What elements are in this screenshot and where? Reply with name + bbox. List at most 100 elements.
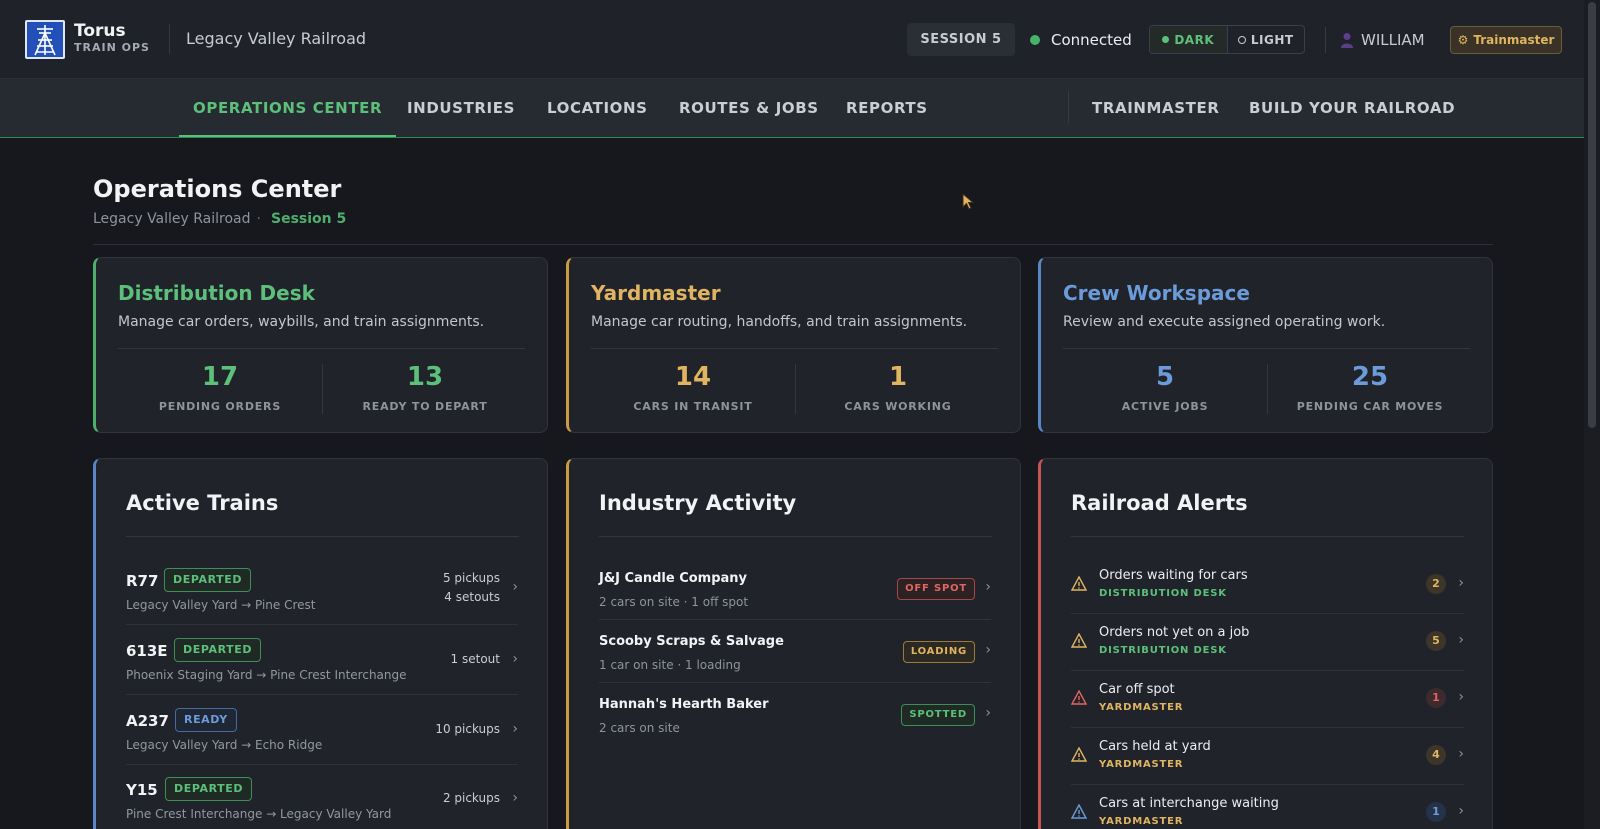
card-title: Yardmaster — [591, 281, 721, 305]
alert-row[interactable]: Orders not yet on a job DISTRIBUTION DES… — [1071, 614, 1464, 671]
industry-detail: 2 cars on site — [599, 721, 680, 735]
alert-department: YARDMASTER — [1099, 816, 1184, 827]
nav-trainmaster[interactable]: TRAINMASTER — [1092, 79, 1220, 137]
railroad-name: Legacy Valley Railroad — [186, 29, 367, 48]
train-id: A237 — [126, 712, 169, 730]
gear-icon: ⚙ — [1457, 33, 1469, 47]
top-header: Torus TRAIN OPS Legacy Valley Railroad S… — [0, 0, 1584, 79]
main-nav: OPERATIONS CENTER INDUSTRIES LOCATIONS R… — [0, 79, 1584, 138]
train-moves: 5 pickups 4 setouts — [443, 569, 500, 607]
user-menu[interactable]: WILLIAM — [1341, 31, 1425, 49]
panel-title: Active Trains — [126, 491, 279, 515]
train-row[interactable]: 613E DEPARTED Phoenix Staging Yard → Pin… — [126, 626, 518, 695]
alert-row[interactable]: Cars held at yard YARDMASTER 4 › — [1071, 728, 1464, 785]
page-scrollbar[interactable] — [1584, 0, 1600, 829]
nav-industries[interactable]: INDUSTRIES — [407, 79, 515, 137]
stat-label: CARS WORKING — [844, 400, 952, 413]
theme-dark-option[interactable]: DARK — [1150, 26, 1228, 53]
warning-icon — [1071, 576, 1087, 591]
crew-workspace-card[interactable]: Crew Workspace Review and execute assign… — [1038, 257, 1493, 433]
stat-label: PENDING ORDERS — [158, 400, 282, 413]
theme-light-option[interactable]: LIGHT — [1228, 26, 1305, 53]
role-badge[interactable]: ⚙ Trainmaster — [1450, 26, 1562, 54]
scrollbar-thumb[interactable] — [1588, 2, 1596, 428]
active-trains-panel: Active Trains R77 DEPARTED Legacy Valley… — [93, 458, 548, 829]
alert-text: Cars held at yard — [1099, 739, 1211, 754]
heading-divider — [93, 244, 1493, 245]
header-divider — [169, 24, 170, 54]
train-id: R77 — [126, 572, 159, 590]
move-count: 1 setout — [450, 652, 500, 666]
chevron-right-icon: › — [985, 642, 991, 658]
status-badge: DEPARTED — [164, 568, 252, 592]
stat-label: CARS IN TRANSIT — [633, 400, 753, 413]
alert-department: DISTRIBUTION DESK — [1099, 645, 1227, 656]
status-badge: LOADING — [902, 641, 975, 663]
page-subtitle: Legacy Valley Railroad · Session 5 — [93, 211, 346, 227]
mouse-cursor-icon — [962, 193, 974, 210]
nav-routes-jobs[interactable]: ROUTES & JOBS — [679, 79, 819, 137]
page-railroad: Legacy Valley Railroad — [93, 211, 251, 227]
theme-toggle[interactable]: DARK LIGHT — [1149, 25, 1305, 54]
theme-light-label: LIGHT — [1250, 32, 1294, 47]
session-pill[interactable]: SESSION 5 — [907, 23, 1015, 56]
chevron-right-icon: › — [512, 579, 518, 595]
nav-locations[interactable]: LOCATIONS — [547, 79, 648, 137]
stat-value: 17 — [201, 362, 239, 392]
distribution-desk-card[interactable]: Distribution Desk Manage car orders, way… — [93, 257, 548, 433]
chevron-right-icon: › — [1458, 632, 1464, 648]
stat-cars-working: 1 CARS WORKING — [796, 362, 1000, 413]
alert-row[interactable]: Orders waiting for cars DISTRIBUTION DES… — [1071, 557, 1464, 614]
alert-count: 5 — [1426, 631, 1446, 651]
nav-operations-center[interactable]: OPERATIONS CENTER — [179, 79, 397, 137]
stat-label: READY TO DEPART — [362, 400, 488, 413]
stat-pending-car-moves: 25 PENDING CAR MOVES — [1268, 362, 1472, 413]
alert-count: 1 — [1426, 688, 1446, 708]
alert-text: Orders waiting for cars — [1099, 568, 1248, 583]
industry-row[interactable]: Scooby Scraps & Salvage 1 car on site · … — [599, 620, 991, 683]
theme-dark-label: DARK — [1174, 32, 1215, 47]
stat-value: 13 — [406, 362, 444, 392]
alert-count: 1 — [1426, 802, 1446, 822]
alert-department: DISTRIBUTION DESK — [1099, 588, 1227, 599]
train-row[interactable]: R77 DEPARTED Legacy Valley Yard → Pine C… — [126, 556, 518, 625]
train-moves: 10 pickups — [435, 720, 500, 739]
panel-divider — [599, 536, 992, 537]
card-divider — [591, 348, 998, 349]
alert-text: Orders not yet on a job — [1099, 625, 1250, 640]
industry-row[interactable]: Hannah's Hearth Baker 2 cars on site SPO… — [599, 683, 991, 746]
card-description: Review and execute assigned operating wo… — [1063, 314, 1386, 330]
status-badge: READY — [175, 708, 237, 732]
train-row[interactable]: Y15 DEPARTED Pine Crest Interchange → Le… — [126, 765, 518, 829]
status-badge: SPOTTED — [901, 704, 975, 726]
train-row[interactable]: A237 READY Legacy Valley Yard → Echo Rid… — [126, 696, 518, 765]
card-divider — [1063, 348, 1470, 349]
industry-row[interactable]: J&J Candle Company 2 cars on site · 1 of… — [599, 557, 991, 620]
alert-row[interactable]: Car off spot YARDMASTER 1 › — [1071, 671, 1464, 728]
user-name: WILLIAM — [1361, 31, 1425, 49]
alert-row[interactable]: Cars at interchange waiting YARDMASTER 1… — [1071, 785, 1464, 829]
nav-build-your-railroad[interactable]: BUILD YOUR RAILROAD — [1249, 79, 1455, 137]
light-dot-icon — [1237, 35, 1246, 44]
header-divider — [1325, 27, 1326, 53]
yardmaster-card[interactable]: Yardmaster Manage car routing, handoffs,… — [566, 257, 1021, 433]
page-session: Session 5 — [270, 211, 347, 227]
warning-icon — [1071, 633, 1087, 648]
nav-reports[interactable]: REPORTS — [846, 79, 928, 137]
railroad-alerts-panel: Railroad Alerts Orders waiting for cars … — [1038, 458, 1493, 829]
stat-label: ACTIVE JOBS — [1121, 400, 1209, 413]
card-title: Distribution Desk — [118, 281, 315, 305]
stat-active-jobs: 5 ACTIVE JOBS — [1063, 362, 1267, 413]
dark-dot-icon — [1162, 36, 1170, 43]
train-moves: 1 setout — [451, 650, 500, 669]
warning-icon — [1071, 747, 1087, 762]
subtitle-separator: · — [256, 211, 261, 227]
brand: Torus TRAIN OPS — [74, 22, 150, 55]
chevron-right-icon: › — [1458, 689, 1464, 705]
stat-value: 5 — [1155, 362, 1175, 392]
torus-logo[interactable] — [25, 20, 65, 59]
stat-value: 1 — [888, 362, 908, 392]
industry-name: J&J Candle Company — [599, 571, 748, 586]
railroad-logo-icon — [34, 25, 56, 56]
status-badge: DEPARTED — [165, 777, 253, 801]
